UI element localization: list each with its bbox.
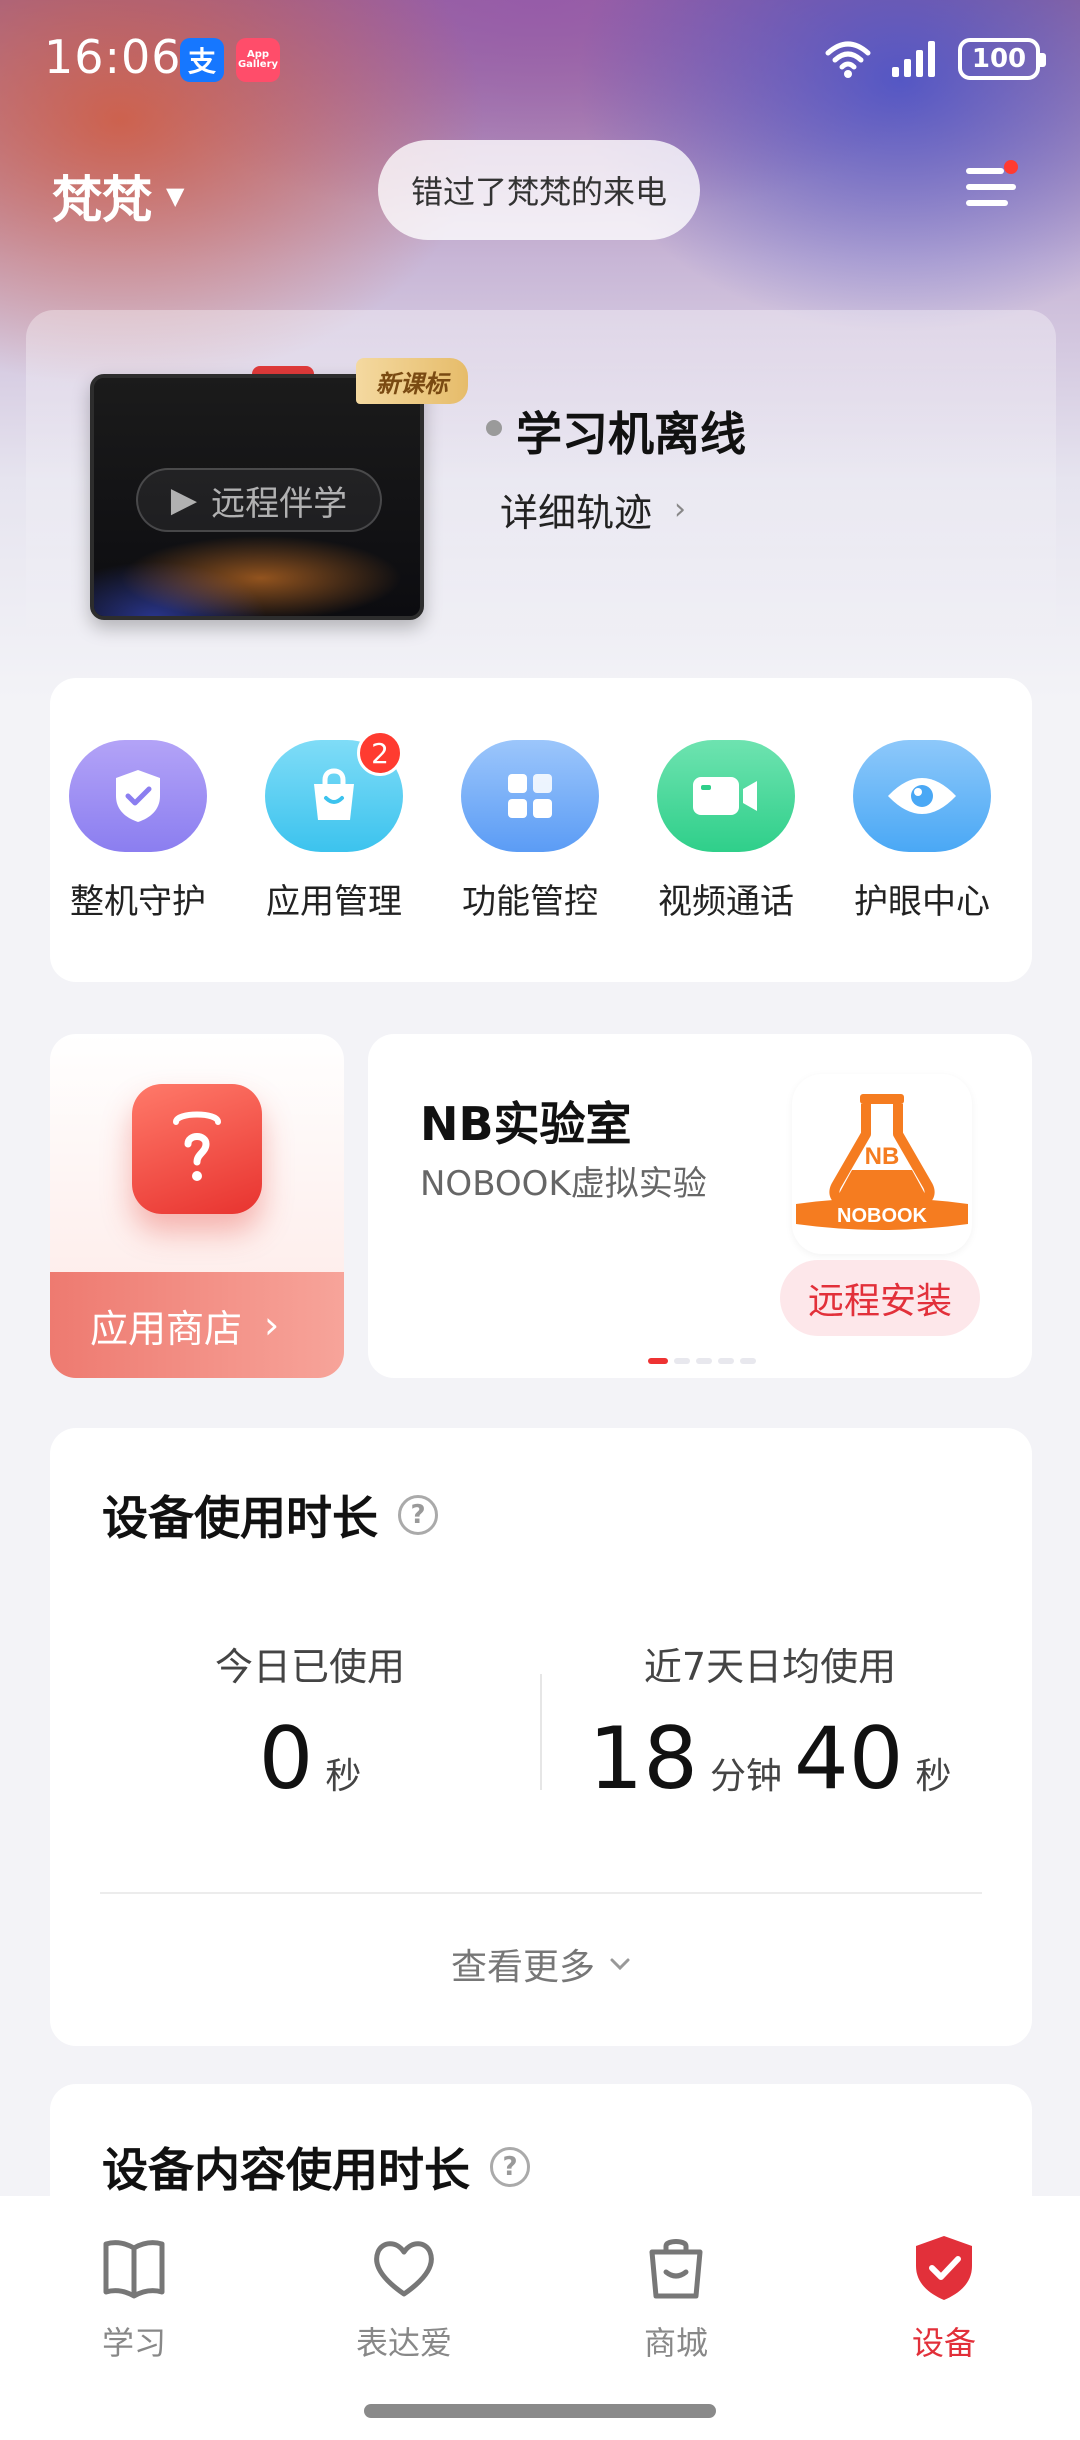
remote-study-label: 远程伴学 (211, 483, 348, 524)
nav-mall[interactable]: 商城 (596, 2232, 756, 2364)
logo-text: NB (865, 1143, 900, 1170)
nav-label: 表达爱 (355, 2324, 452, 2362)
app-management-badge: 2 (357, 730, 403, 776)
device-usage-card: 设备使用时长 ? 今日已使用 0 秒 近7天日均使用 18 分钟 40 秒 查看… (50, 1428, 1032, 2046)
shopping-bag-icon: 2 (265, 730, 403, 852)
pager-dot (718, 1358, 734, 1364)
nobook-logo: NB NOBOOK (792, 1074, 972, 1254)
app-store-label: 应用商店 (90, 1306, 243, 1351)
promo-subtitle: NOBOOK虚拟实验 (420, 1164, 707, 1204)
avg-usage: 近7天日均使用 18 分钟 40 秒 (550, 1636, 990, 1809)
promo-card[interactable]: NB实验室 NOBOOK虚拟实验 NB NOBOOK 远程安装 (368, 1034, 1032, 1378)
video-camera-icon (657, 740, 795, 852)
menu-button[interactable] (960, 160, 1020, 216)
usage-title-row: 设备使用时长 ? (102, 1482, 438, 1548)
chevron-down-icon (610, 1958, 630, 1971)
nav-device[interactable]: 设备 (864, 2232, 1024, 2364)
action-label: 视频通话 (658, 882, 794, 922)
home-indicator[interactable] (364, 2404, 716, 2418)
nav-label: 学习 (101, 2324, 166, 2362)
track-detail-label: 详细轨迹 (500, 491, 653, 535)
tablet-image[interactable]: ▶ 远程伴学 (90, 374, 424, 620)
alipay-notification-icon: 支 (180, 38, 224, 82)
action-label: 功能管控 (462, 882, 598, 922)
app-store-icon (132, 1084, 262, 1214)
promo-title: NB实验室 (420, 1097, 632, 1151)
remote-install-button[interactable]: 远程安装 (780, 1260, 980, 1336)
view-more-label: 查看更多 (450, 1947, 595, 1988)
play-icon: ▶ (170, 480, 198, 520)
action-label: 整机守护 (70, 882, 206, 922)
offline-dot (486, 420, 502, 436)
action-feature-control[interactable]: 功能管控 (442, 740, 618, 923)
book-icon (103, 2240, 165, 2299)
screen: 16:06 支 App Gallery 100 梵梵 ▼ 错过了梵梵的来电 ▶ … (0, 0, 1080, 2440)
eye-icon (853, 740, 991, 852)
child-name: 梵梵 (52, 171, 152, 229)
action-label: 应用管理 (266, 882, 402, 922)
carousel-indicator (648, 1358, 756, 1364)
nav-express-love[interactable]: 表达爱 (324, 2232, 484, 2364)
chevron-right-icon: › (264, 1303, 280, 1347)
missed-call-notice[interactable]: 错过了梵梵的来电 (378, 140, 700, 240)
remote-study-button[interactable]: ▶ 远程伴学 (136, 468, 382, 532)
stats-divider (540, 1674, 542, 1790)
status-indicators: 100 (824, 38, 1046, 80)
shield-check-icon (69, 740, 207, 852)
nav-label: 设备 (911, 2324, 976, 2362)
view-more-button[interactable]: 查看更多 (50, 1938, 1032, 1990)
quick-actions-card: 整机守护 2 应用管理 功能管控 视频通话 护眼中心 (50, 678, 1032, 982)
status-time: 16:06 (44, 30, 182, 84)
today-value: 0 (258, 1709, 314, 1809)
wifi-icon (825, 41, 871, 78)
child-account-selector[interactable]: 梵梵 ▼ (52, 160, 184, 232)
device-shield-icon (916, 2236, 972, 2300)
track-detail-link[interactable]: 详细轨迹 › (500, 482, 686, 537)
nav-label: 商城 (643, 2324, 708, 2362)
status-bar: 16:06 支 App Gallery 100 (0, 0, 1080, 120)
chevron-right-icon: › (674, 492, 687, 527)
grid-icon (461, 740, 599, 852)
pager-dot (674, 1358, 690, 1364)
menu-line-icon (966, 184, 1016, 190)
pager-dot (740, 1358, 756, 1364)
heart-icon (374, 2241, 434, 2297)
help-icon[interactable]: ? (490, 2147, 530, 2187)
content-usage-title-row: 设备内容使用时长 ? (102, 2134, 530, 2200)
battery-icon: 100 (958, 38, 1046, 80)
action-app-management[interactable]: 2 应用管理 (246, 730, 422, 923)
avg-minutes-unit: 分钟 (709, 1756, 782, 1797)
card-divider (100, 1892, 982, 1894)
device-status: 学习机离线 (516, 407, 746, 461)
pager-dot (696, 1358, 712, 1364)
usage-title: 设备使用时长 (102, 1491, 378, 1545)
app-store-link[interactable]: 应用商店 › (50, 1272, 344, 1378)
menu-line-icon (966, 200, 1008, 206)
signal-icon (892, 41, 935, 77)
notification-dot (1004, 160, 1018, 174)
today-unit: 秒 (325, 1756, 362, 1797)
action-eye-care[interactable]: 护眼中心 (834, 740, 1010, 923)
shopping-bag-icon (649, 2239, 703, 2299)
nav-study[interactable]: 学习 (54, 2232, 214, 2364)
app-store-card[interactable]: 应用商店 › (50, 1034, 344, 1378)
logo-caption: NOBOOK (837, 1205, 928, 1227)
action-label: 护眼中心 (854, 882, 990, 922)
avg-seconds: 40 (794, 1709, 904, 1809)
menu-line-icon (966, 168, 1004, 174)
new-curriculum-badge: 新课标 (356, 358, 468, 404)
action-video-call[interactable]: 视频通话 (638, 740, 814, 923)
avg-label: 近7天日均使用 (643, 1645, 897, 1689)
help-icon[interactable]: ? (398, 1495, 438, 1535)
pager-dot-active (648, 1358, 668, 1364)
app-gallery-notification-icon: App Gallery (236, 38, 280, 82)
today-label: 今日已使用 (214, 1645, 405, 1689)
avg-seconds-unit: 秒 (915, 1756, 952, 1797)
avg-minutes: 18 (588, 1709, 698, 1809)
today-usage: 今日已使用 0 秒 (110, 1636, 510, 1809)
caret-down-icon: ▼ (166, 182, 185, 210)
content-usage-title: 设备内容使用时长 (102, 2143, 470, 2197)
action-device-guard[interactable]: 整机守护 (50, 740, 226, 923)
